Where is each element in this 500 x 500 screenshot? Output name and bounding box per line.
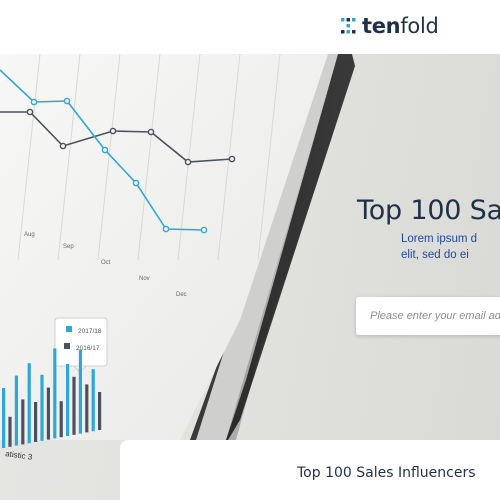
hero-section: Aug Sep Oct Nov Dec 2017/18 2016/17 atis… [0,54,500,500]
chart-caption: atistic 3 [5,449,34,462]
photo-bar [98,392,102,430]
email-input[interactable] [356,297,500,335]
photo-bar [34,402,38,442]
photo-bar [66,364,70,436]
tenfold-dots-icon [341,18,356,34]
photo-bar [21,399,25,445]
svg-text:2017/18: 2017/18 [78,328,102,335]
photo-bar [85,384,89,433]
photo-bar [14,375,18,446]
top-bar: tenfold [0,0,500,54]
tenfold-logo[interactable]: tenfold [341,14,439,38]
photo-bar [27,363,31,444]
photo-bar [53,348,57,439]
photo-bar [91,369,95,432]
month-label: Dec [176,292,187,298]
photo-bar [59,401,63,438]
month-label: Aug [24,232,35,238]
card-title: Top 100 Sales Influencers [297,465,476,481]
month-label: Oct [101,260,111,266]
photo-bar [40,374,44,441]
photo-bar [46,387,50,440]
hero-subtext: Lorem ipsum d elit, sed do ei [401,233,478,261]
month-label: Nov [139,276,150,282]
photo-bar [72,376,76,435]
brand-name: tenfold [362,14,439,38]
photo-bar [2,388,6,448]
photo-bar [78,349,82,434]
photo-bar [8,416,12,447]
hero-photo: Aug Sep Oct Nov Dec 2017/18 2016/17 atis… [0,54,356,462]
month-label: Sep [63,244,74,250]
hero-headline: Top 100 Sa [357,195,500,226]
